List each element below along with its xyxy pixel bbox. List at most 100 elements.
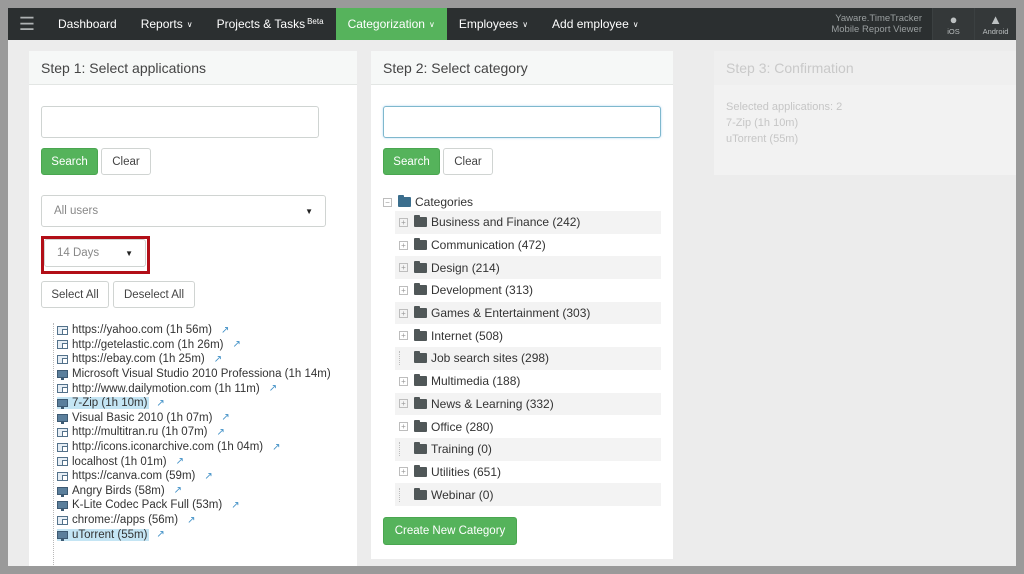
nav-item-projects-tasks[interactable]: Projects & Tasks Beta bbox=[205, 8, 336, 40]
nav-item-employees[interactable]: Employees ∨ bbox=[447, 8, 540, 40]
expand-toggle-icon[interactable]: + bbox=[399, 263, 408, 273]
nav-item-label: Reports bbox=[140, 17, 183, 31]
application-list-item[interactable]: http://getelastic.com (1h 26m) ↗ bbox=[47, 338, 352, 353]
application-list-item[interactable]: http://icons.iconarchive.com (1h 04m) ↗ bbox=[47, 440, 352, 455]
app-search-input[interactable] bbox=[41, 106, 319, 138]
brand-subtitle: Mobile Report Viewer bbox=[831, 24, 922, 35]
category-item[interactable]: + News & Learning (332) bbox=[395, 392, 661, 416]
external-link-icon[interactable]: ↗ bbox=[272, 442, 280, 453]
app-search-button[interactable]: Search bbox=[41, 148, 98, 175]
expand-toggle-icon[interactable]: + bbox=[399, 399, 408, 409]
application-list-item[interactable]: localhost (1h 01m) ↗ bbox=[47, 454, 352, 469]
desktop-app-icon bbox=[57, 399, 68, 410]
nav-item-dashboard[interactable]: Dashboard bbox=[46, 8, 129, 40]
application-list-item[interactable]: Angry Birds (58m) ↗ bbox=[47, 484, 352, 499]
category-item[interactable]: + Games & Entertainment (303) bbox=[395, 301, 661, 325]
expand-toggle-icon[interactable]: + bbox=[399, 217, 408, 227]
chevron-down-icon: ∨ bbox=[632, 19, 639, 29]
application-name: chrome://apps (56m) bbox=[72, 514, 179, 527]
category-clear-button[interactable]: Clear bbox=[443, 148, 493, 175]
folder-icon bbox=[414, 442, 427, 455]
application-list-item[interactable]: https://canva.com (59m) ↗ bbox=[47, 469, 352, 484]
category-item[interactable]: + Development (313) bbox=[395, 279, 661, 302]
external-link-icon[interactable]: ↗ bbox=[187, 515, 195, 526]
application-list-item[interactable]: uTorrent (55m) ↗ bbox=[47, 527, 352, 542]
external-link-icon[interactable]: ↗ bbox=[156, 398, 164, 409]
app-clear-button[interactable]: Clear bbox=[101, 148, 151, 175]
category-item[interactable]: + Design (214) bbox=[395, 256, 661, 280]
step1-title: Step 1: Select applications bbox=[29, 51, 357, 85]
android-button[interactable]: ▲ Android bbox=[974, 8, 1016, 40]
app-window: ☰ Dashboard Reports ∨ Projects & Tasks Beta C… bbox=[8, 8, 1016, 566]
expand-toggle-icon[interactable]: + bbox=[399, 308, 408, 318]
category-search-input[interactable] bbox=[383, 106, 661, 138]
category-label: Office (280) bbox=[431, 419, 494, 434]
category-label: Job search sites (298) bbox=[431, 351, 550, 366]
top-nav: ☰ Dashboard Reports ∨ Projects & Tasks Beta C… bbox=[8, 8, 1016, 40]
expand-toggle-icon[interactable]: + bbox=[399, 331, 408, 341]
application-list-item[interactable]: http://multitran.ru (1h 07m) ↗ bbox=[47, 425, 352, 440]
application-name: http://icons.iconarchive.com (1h 04m) bbox=[72, 441, 264, 454]
external-link-icon[interactable]: ↗ bbox=[231, 500, 239, 511]
category-item[interactable]: Webinar (0) bbox=[395, 483, 661, 506]
ios-label: iOS bbox=[947, 26, 960, 36]
step3-panel: Step 3: Confirmation Selected applicatio… bbox=[714, 51, 1016, 175]
folder-icon bbox=[414, 419, 427, 432]
chevron-down-icon: ∨ bbox=[186, 19, 193, 29]
web-page-icon bbox=[57, 325, 68, 335]
external-link-icon[interactable]: ↗ bbox=[156, 529, 164, 540]
category-item[interactable]: Job search sites (298) bbox=[395, 347, 661, 370]
external-link-icon[interactable]: ↗ bbox=[174, 485, 182, 496]
external-link-icon[interactable]: ↗ bbox=[221, 325, 229, 336]
expand-toggle-icon[interactable]: + bbox=[399, 422, 408, 432]
application-list-item[interactable]: 7-Zip (1h 10m) ↗ bbox=[47, 396, 352, 411]
external-link-icon[interactable]: ↗ bbox=[204, 471, 212, 482]
folder-icon bbox=[414, 396, 427, 409]
desktop-app-icon bbox=[57, 501, 68, 512]
category-item[interactable]: + Communication (472) bbox=[395, 234, 661, 257]
step2-title: Step 2: Select category bbox=[371, 51, 673, 85]
application-list-item[interactable]: https://yahoo.com (1h 56m) ↗ bbox=[47, 323, 352, 338]
web-page-icon bbox=[57, 471, 68, 481]
folder-icon bbox=[414, 260, 427, 273]
category-item[interactable]: + Internet (508) bbox=[395, 324, 661, 347]
android-label: Android bbox=[982, 26, 1009, 36]
external-link-icon[interactable]: ↗ bbox=[214, 354, 222, 365]
expand-toggle-icon[interactable]: + bbox=[399, 376, 408, 386]
application-list-item[interactable]: Visual Basic 2010 (1h 07m) ↗ bbox=[47, 411, 352, 426]
category-search-button[interactable]: Search bbox=[383, 148, 440, 175]
collapse-toggle-icon[interactable]: − bbox=[383, 197, 392, 207]
expand-toggle-icon[interactable]: + bbox=[399, 467, 408, 477]
external-link-icon[interactable]: ↗ bbox=[221, 412, 229, 423]
category-root[interactable]: − Categories bbox=[383, 193, 661, 211]
nav-item-add-employee[interactable]: Add employee ∨ bbox=[540, 8, 651, 40]
application-list-item[interactable]: chrome://apps (56m) ↗ bbox=[47, 513, 352, 528]
external-link-icon[interactable]: ↗ bbox=[232, 339, 240, 350]
application-list-item[interactable]: Microsoft Visual Studio 2010 Professiona… bbox=[47, 367, 352, 382]
menu-icon[interactable]: ☰ bbox=[8, 8, 46, 40]
deselect-all-button[interactable]: Deselect All bbox=[113, 281, 195, 308]
application-list-item[interactable]: https://ebay.com (1h 25m) ↗ bbox=[47, 352, 352, 367]
create-category-button[interactable]: Create New Category bbox=[383, 517, 517, 545]
select-all-button[interactable]: Select All bbox=[41, 281, 109, 308]
tree-connector bbox=[399, 442, 408, 457]
expand-toggle-icon[interactable]: + bbox=[399, 285, 408, 295]
users-select[interactable]: All users ▼ bbox=[41, 195, 326, 227]
external-link-icon[interactable]: ↗ bbox=[269, 383, 277, 394]
nav-item-categorization[interactable]: Categorization ∨ bbox=[335, 8, 447, 40]
application-list-item[interactable]: http://www.dailymotion.com (1h 11m) ↗ bbox=[47, 381, 352, 396]
external-link-icon[interactable]: ↗ bbox=[217, 427, 225, 438]
category-item[interactable]: + Utilities (651) bbox=[395, 461, 661, 484]
application-list-item[interactable]: K-Lite Codec Pack Full (53m) ↗ bbox=[47, 498, 352, 513]
category-item[interactable]: + Office (280) bbox=[395, 415, 661, 438]
category-item[interactable]: Training (0) bbox=[395, 437, 661, 461]
expand-toggle-icon[interactable]: + bbox=[399, 240, 408, 250]
apple-icon: ● bbox=[949, 11, 958, 27]
category-item[interactable]: + Business and Finance (242) bbox=[395, 211, 661, 234]
desktop-app-icon bbox=[57, 370, 68, 381]
category-item[interactable]: + Multimedia (188) bbox=[395, 370, 661, 393]
ios-button[interactable]: ● iOS bbox=[932, 8, 974, 40]
application-name: http://getelastic.com (1h 26m) bbox=[72, 338, 224, 351]
nav-item-reports[interactable]: Reports ∨ bbox=[129, 8, 205, 40]
external-link-icon[interactable]: ↗ bbox=[176, 456, 184, 467]
